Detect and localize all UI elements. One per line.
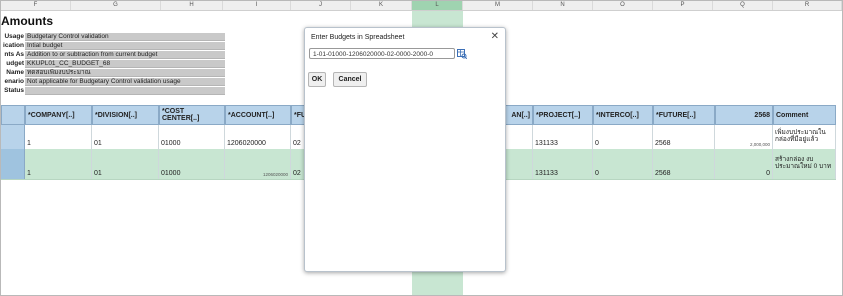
header-comment[interactable]: Comment [773,105,836,125]
info-value[interactable]: KKUPL01_CC_BUDGET_68 [25,60,225,68]
cell-company[interactable]: 1 [25,125,92,149]
info-value[interactable] [25,87,225,95]
dialog-title: Enter Budgets in Spreadsheet [311,34,405,41]
cell-cost-center[interactable]: 01000 [159,125,225,149]
ok-button[interactable]: OK [308,72,326,87]
column-header-f[interactable]: F [1,1,71,10]
cell-comment[interactable]: สร้างกล่อง งบประมาณใหม่ 0 บาท [773,149,836,179]
cell-division[interactable]: 01 [92,149,159,179]
info-value[interactable]: ทดสอบเพิ่มงบประมาณ [25,69,225,77]
column-header-k[interactable]: K [351,1,412,10]
cell-interco[interactable]: 0 [593,125,653,149]
column-header-p[interactable]: P [653,1,713,10]
enter-budgets-dialog: Enter Budgets in Spreadsheet ✕ 1-01-0100… [304,27,506,272]
cell-project[interactable]: 131133 [533,149,593,179]
cell-cost-center[interactable]: 01000 [159,149,225,179]
info-row: nts As Addition to or subtraction from c… [1,51,225,60]
info-value[interactable]: Intial budget [25,42,225,50]
info-label: Status [4,87,24,94]
cell-comment[interactable]: เพิ่มงบประมาณใน กล่องที่มีอยู่แล้ว [773,125,836,149]
info-row: ication Intial budget [1,42,225,51]
cell-amount[interactable]: 2,000,000 [715,125,773,149]
budget-key-input[interactable]: 1-01-01000-1206020000-02-0000-2000-0 [309,48,455,59]
sheet-title: Amounts [1,14,53,28]
header-division[interactable]: *DIVISION[..] [92,105,159,125]
cell-future[interactable]: 2568 [653,149,715,179]
info-value[interactable]: Addition to or subtraction from current … [25,51,225,59]
info-value[interactable]: Budgetary Control validation [25,33,225,41]
header-interco[interactable]: *INTERCO[..] [593,105,653,125]
cell-account[interactable]: 1206020000 [225,125,291,149]
column-header-r[interactable]: R [773,1,842,10]
column-header-h[interactable]: H [161,1,223,10]
info-row: Status [1,87,225,96]
column-header-q[interactable]: Q [713,1,773,10]
grid-picker-icon[interactable] [457,49,467,59]
cell-project[interactable]: 131133 [533,125,593,149]
column-header-o[interactable]: O [593,1,653,10]
info-label: enario [4,78,24,85]
header-company[interactable]: *COMPANY[..] [25,105,92,125]
close-icon[interactable]: ✕ [491,31,499,42]
info-row: Name ทดสอบเพิ่มงบประมาณ [1,69,225,78]
column-header-bar: F G H I J K L M N O P Q R [1,1,842,11]
info-row: udget KKUPL01_CC_BUDGET_68 [1,60,225,69]
cell-company[interactable]: 1 [25,149,92,179]
row-header[interactable] [1,125,25,149]
info-label: Usage [4,33,24,40]
header-project[interactable]: *PROJECT[..] [533,105,593,125]
info-value[interactable]: Not applicable for Budgetary Control val… [25,78,225,86]
header-account[interactable]: *ACCOUNT[..] [225,105,291,125]
column-header-l[interactable]: L [412,1,463,10]
cell-interco[interactable]: 0 [593,149,653,179]
column-header-j[interactable]: J [291,1,351,10]
info-row: Usage Budgetary Control validation [1,33,225,42]
column-header-n[interactable]: N [533,1,593,10]
cell-amount[interactable]: 0 [715,149,773,179]
row-header[interactable] [1,149,25,179]
info-label: ication [3,42,24,49]
info-label: Name [6,69,24,76]
header-year[interactable]: 2568 [715,105,773,125]
header-cost-center[interactable]: *COST CENTER[..] [159,105,225,125]
cell-division[interactable]: 01 [92,125,159,149]
row-header-corner [1,105,25,125]
info-label: nts As [4,51,24,58]
column-header-i[interactable]: I [223,1,291,10]
spreadsheet-window: F G H I J K L M N O P Q R Amounts Usage … [0,0,843,296]
cell-future[interactable]: 2568 [653,125,715,149]
header-future[interactable]: *FUTURE[..] [653,105,715,125]
cancel-button[interactable]: Cancel [333,72,367,87]
column-header-g[interactable]: G [71,1,161,10]
info-row: enario Not applicable for Budgetary Cont… [1,78,225,87]
info-label: udget [6,60,24,67]
cell-account[interactable]: 1206020000 [225,149,291,179]
column-header-m[interactable]: M [463,1,533,10]
